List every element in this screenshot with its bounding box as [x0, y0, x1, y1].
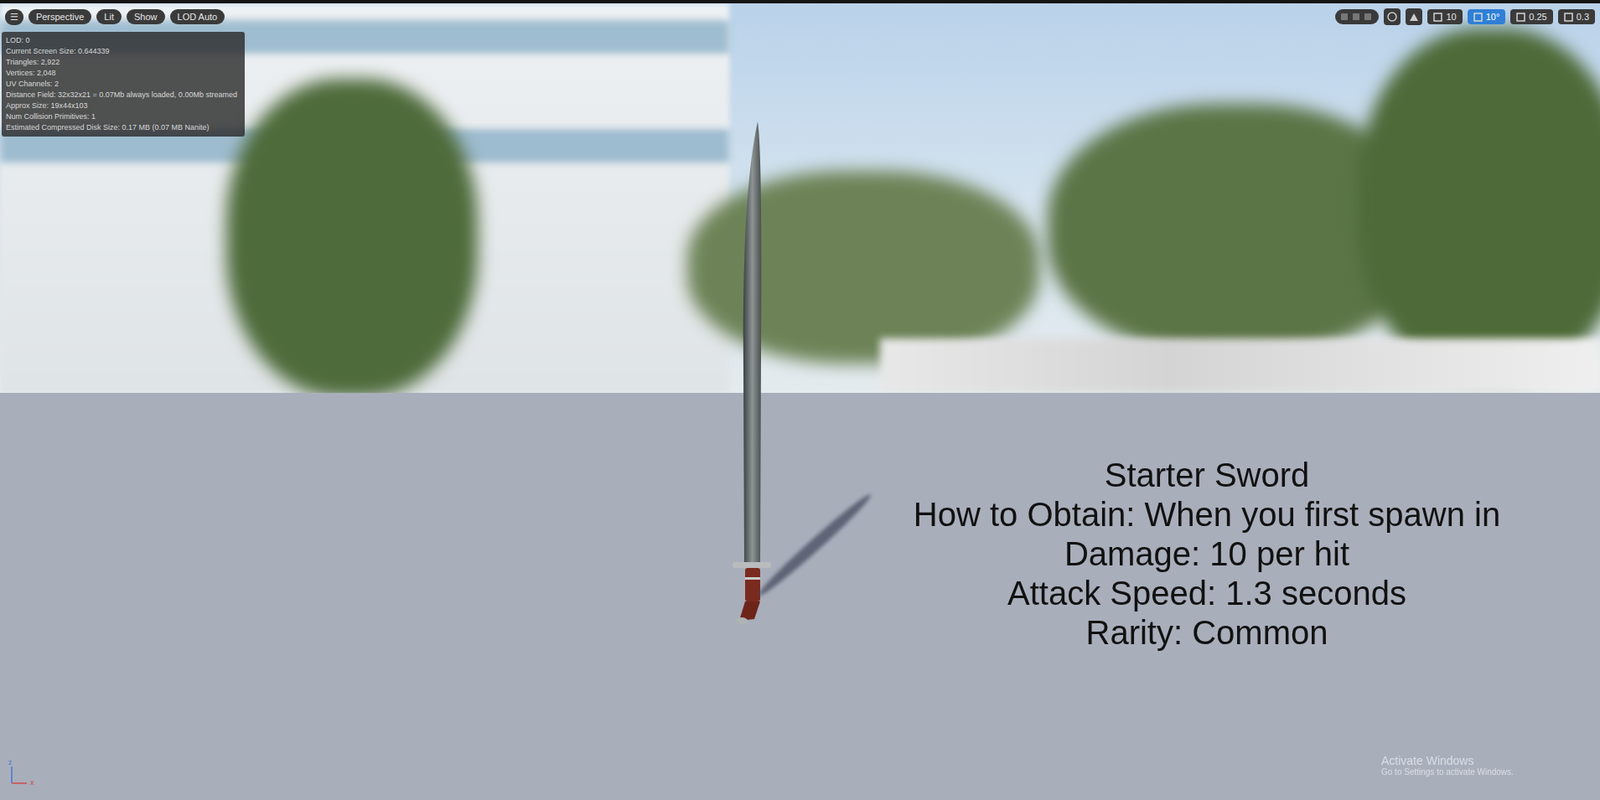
- stat-line: Estimated Compressed Disk Size: 0.17 MB …: [5, 122, 241, 134]
- stat-line: LOD: 0: [5, 35, 241, 47]
- snap-icon: [1473, 12, 1483, 22]
- viewport-toolbar: ☰PerspectiveLitShowLOD Auto 10 10° 0.25 …: [0, 8, 1600, 26]
- axis-icon: [8, 761, 34, 788]
- stat-line: Approx Size: 19x44x103: [5, 100, 241, 112]
- snap-icon: [1516, 12, 1526, 22]
- stat-line: UV Channels: 2: [5, 78, 241, 90]
- axis-label: z: [8, 758, 13, 767]
- transform-tools[interactable]: [1335, 9, 1379, 25]
- world-local-button[interactable]: [1383, 8, 1401, 26]
- parked-cars: [880, 338, 1600, 394]
- globe-icon: [1387, 11, 1398, 22]
- axis-gizmo: zx: [8, 761, 39, 789]
- snap-icon: [1433, 12, 1443, 22]
- tree: [226, 78, 478, 394]
- level-viewport[interactable]: ☰PerspectiveLitShowLOD Auto 10 10° 0.25 …: [0, 0, 1600, 800]
- stat-line: Vertices: 2,048: [5, 67, 241, 79]
- snap-toggle[interactable]: 0.25: [1510, 9, 1553, 25]
- item-card: Starter SwordHow to Obtain: When you fir…: [854, 455, 1559, 653]
- transform-icon: [1340, 11, 1374, 22]
- axis-label: x: [30, 778, 35, 788]
- snap-toggle[interactable]: 10: [1427, 9, 1462, 25]
- item-stat: How to Obtain: When you first spawn in: [913, 495, 1501, 535]
- toolbar-button[interactable]: Lit: [96, 9, 122, 25]
- item-stat: Attack Speed: 1.3 seconds: [1007, 574, 1407, 614]
- surface-snap-button[interactable]: [1405, 8, 1423, 26]
- sword-icon[interactable]: [714, 118, 790, 638]
- menu-button[interactable]: ☰: [5, 9, 24, 26]
- stat-line: Triangles: 2,922: [5, 56, 241, 68]
- snap-toggle[interactable]: 10°: [1467, 9, 1507, 25]
- snap-icon: [1563, 12, 1574, 22]
- item-stat: Damage: 10 per hit: [1064, 534, 1350, 575]
- item-stat: Rarity: Common: [1086, 613, 1329, 653]
- stat-line: Distance Field: 32x32x21 = 0.07Mb always…: [5, 89, 241, 101]
- snap-toggle[interactable]: 0.3: [1558, 9, 1595, 25]
- toolbar-button[interactable]: LOD Auto: [170, 9, 226, 25]
- item-name: Starter Sword: [1104, 455, 1311, 496]
- stats-overlay: LOD: 0Current Screen Size: 0.644339Trian…: [1, 31, 245, 137]
- snap-icon: [1408, 11, 1419, 22]
- toolbar-button[interactable]: Perspective: [28, 9, 92, 25]
- activation-watermark: Activate WindowsGo to Settings to activa…: [1381, 754, 1514, 777]
- toolbar-button[interactable]: Show: [126, 9, 166, 25]
- stat-line: Current Screen Size: 0.644339: [5, 46, 241, 57]
- stat-line: Num Collision Primitives: 1: [5, 111, 241, 123]
